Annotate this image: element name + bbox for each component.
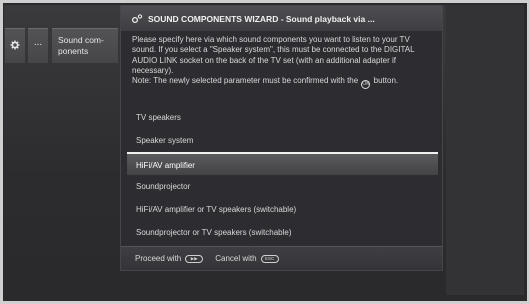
option-hifi-av-amplifier[interactable]: HiFi/AV amplifier <box>127 152 438 175</box>
sound-components-label: Sound com- ponents <box>58 35 104 56</box>
more-label: ... <box>33 37 43 48</box>
wizard-header: SOUND COMPONENTS WIZARD - Sound playback… <box>121 6 442 31</box>
option-hifi-or-tv-speakers[interactable]: HiFi/AV amplifier or TV speakers (switch… <box>127 198 438 221</box>
settings-icon <box>131 13 143 24</box>
wizard-description: Please specify here via which sound comp… <box>121 31 442 93</box>
cancel-key-icon[interactable]: ESC <box>260 254 279 263</box>
menu-tab-more[interactable]: ... <box>28 28 48 63</box>
menu-tab-settings[interactable] <box>5 28 25 63</box>
right-panel <box>446 5 524 295</box>
cancel-label: Cancel with <box>215 254 257 263</box>
option-soundprojector-or-tv-speakers[interactable]: Soundprojector or TV speakers (switchabl… <box>127 221 438 244</box>
note-text-after: button. <box>373 76 399 86</box>
option-soundprojector[interactable]: Soundprojector <box>127 175 438 198</box>
note-text-before: Note: The newly selected parameter must … <box>132 76 359 86</box>
proceed-label: Proceed with <box>135 254 182 263</box>
description-text: Please specify here via which sound comp… <box>132 35 415 75</box>
sound-components-wizard: SOUND COMPONENTS WIZARD - Sound playback… <box>120 5 443 271</box>
option-list: TV speakers Speaker system HiFi/AV ampli… <box>127 106 438 244</box>
gear-icon <box>10 37 20 55</box>
ok-key-icon: OK <box>361 80 371 90</box>
option-tv-speakers[interactable]: TV speakers <box>127 106 438 129</box>
wizard-title: SOUND COMPONENTS WIZARD - Sound playback… <box>148 13 375 24</box>
menu-tab-sound-components[interactable]: Sound com- ponents <box>52 28 118 63</box>
option-speaker-system[interactable]: Speaker system <box>127 129 438 152</box>
wizard-footer: Proceed with ▶▶ Cancel with ESC <box>121 246 442 270</box>
proceed-key-icon[interactable]: ▶▶ <box>185 254 204 263</box>
